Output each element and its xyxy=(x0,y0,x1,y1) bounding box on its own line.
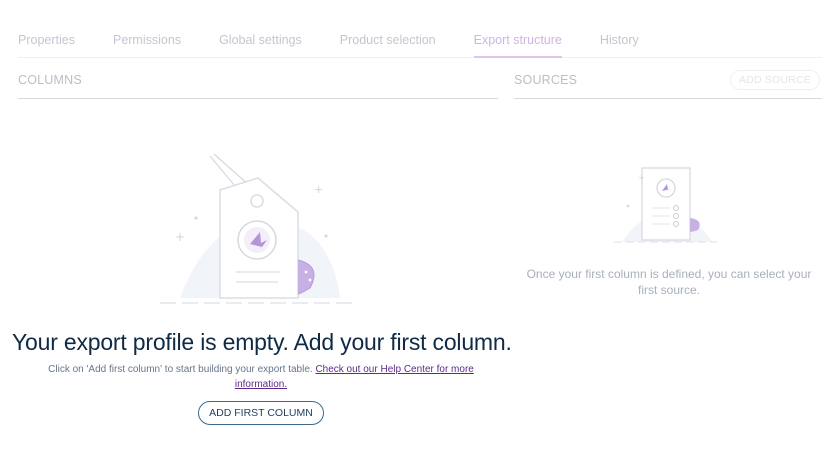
tab-properties[interactable]: Properties xyxy=(18,26,75,56)
sources-empty-message: Once your first column is defined, you c… xyxy=(526,267,812,297)
document-icon: + xyxy=(614,167,717,243)
empty-state-title: Your export profile is empty. Add your f… xyxy=(12,329,512,355)
svg-text:+: + xyxy=(314,183,323,196)
tag-illustration: + + xyxy=(150,148,360,313)
columns-header: COLUMNS xyxy=(18,73,498,99)
empty-state-description: Click on 'Add first column' to start bui… xyxy=(26,362,496,392)
empty-state-panel: Your export profile is empty. Add your f… xyxy=(12,322,512,426)
svg-text:+: + xyxy=(638,173,645,182)
tab-export-structure[interactable]: Export structure xyxy=(473,26,562,58)
tab-product-selection[interactable]: Product selection xyxy=(340,26,436,56)
svg-text:+: + xyxy=(175,230,185,244)
add-source-button[interactable]: ADD SOURCE xyxy=(729,70,820,90)
sources-header-label: SOURCES xyxy=(514,73,578,87)
tag-illustration-icon: + + xyxy=(160,153,355,304)
sources-header: SOURCES ADD SOURCE xyxy=(514,70,822,99)
tab-global-settings[interactable]: Global settings xyxy=(219,26,302,56)
export-structure-page: Properties Permissions Global settings P… xyxy=(0,0,838,453)
source-document-illustration: + xyxy=(612,162,722,257)
tab-history[interactable]: History xyxy=(600,26,639,56)
empty-state-description-text: Click on 'Add first column' to start bui… xyxy=(48,364,313,375)
tab-permissions[interactable]: Permissions xyxy=(113,26,181,56)
tab-bar: Properties Permissions Global settings P… xyxy=(18,26,822,58)
add-first-column-button[interactable]: ADD FIRST COLUMN xyxy=(198,401,324,425)
columns-header-label: COLUMNS xyxy=(18,73,82,87)
